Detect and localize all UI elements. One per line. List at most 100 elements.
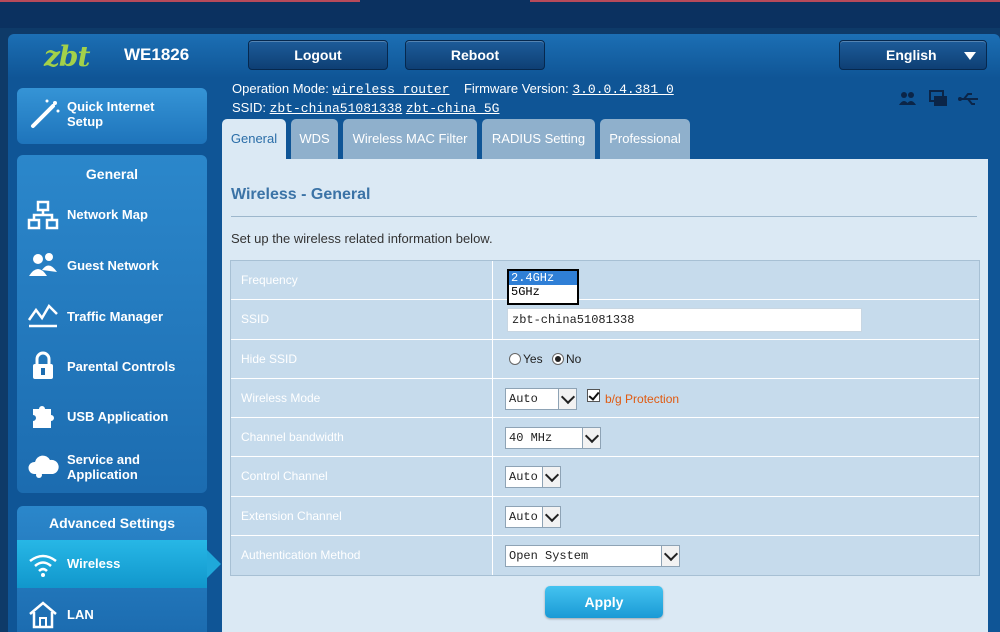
chevron-down-icon bbox=[661, 546, 679, 567]
sidebar-item-traffic-manager[interactable]: Traffic Manager bbox=[17, 292, 207, 338]
extension-channel-value: Auto bbox=[509, 509, 538, 524]
general-menu-title: General bbox=[85, 166, 139, 182]
authentication-method-value: Open System bbox=[509, 549, 589, 564]
sidebar-item-label: Network Map bbox=[67, 207, 148, 222]
hide-ssid-label: Hide SSID bbox=[231, 339, 493, 378]
sidebar-item-lan[interactable]: LAN bbox=[17, 591, 207, 632]
frequency-label: Frequency bbox=[231, 261, 493, 300]
operation-mode-link[interactable]: wireless router bbox=[332, 82, 449, 97]
top-accent-line bbox=[0, 0, 360, 2]
bg-protection-label: b/g Protection bbox=[605, 391, 680, 406]
sidebar-item-service-and-application[interactable]: Service and Application bbox=[17, 442, 207, 488]
status-icons bbox=[898, 90, 988, 108]
ssid-field-label: SSID bbox=[231, 300, 493, 339]
logout-button[interactable]: Logout bbox=[248, 40, 388, 70]
chevron-down-icon bbox=[582, 428, 600, 449]
quick-internet-setup-label: Quick Internet Setup bbox=[67, 99, 155, 129]
chevron-down-icon bbox=[964, 52, 976, 60]
advanced-settings-title: Advanced Settings bbox=[48, 515, 176, 531]
sidebar-item-guest-network[interactable]: Guest Network bbox=[17, 242, 207, 288]
control-channel-value: Auto bbox=[509, 470, 538, 485]
wireless-mode-select[interactable]: Auto bbox=[505, 387, 577, 410]
reboot-button[interactable]: Reboot bbox=[405, 40, 545, 70]
control-channel-row: Control Channel Auto bbox=[231, 457, 979, 497]
page-description: Set up the wireless related information … bbox=[231, 231, 493, 246]
extension-channel-label: Extension Channel bbox=[231, 496, 493, 536]
chevron-down-icon bbox=[558, 388, 576, 409]
title-divider bbox=[231, 216, 977, 217]
hide-ssid-no-label: No bbox=[566, 351, 582, 366]
ssid-row: SSID zbt-china51081338 bbox=[231, 300, 979, 340]
lock-icon bbox=[33, 351, 53, 379]
ssid-status-line: SSID: zbt-china51081338 zbt-china_5G bbox=[232, 100, 499, 116]
sidebar-item-label: Traffic Manager bbox=[67, 309, 164, 324]
clients-icon[interactable] bbox=[899, 92, 916, 105]
traffic-manager-icon bbox=[27, 303, 58, 328]
frequency-option-2-4ghz[interactable]: 2.4GHz bbox=[509, 271, 577, 285]
top-accent-line bbox=[530, 0, 1000, 2]
sidebar-item-label: Service and Application bbox=[67, 452, 140, 482]
tab-wds[interactable]: WDS bbox=[291, 119, 338, 159]
control-channel-label: Control Channel bbox=[231, 457, 493, 496]
ssid-input[interactable]: zbt-china51081338 bbox=[507, 308, 862, 333]
sidebar-item-wireless[interactable]: Wireless bbox=[17, 540, 221, 588]
extension-channel-select[interactable]: Auto bbox=[505, 505, 561, 528]
tab-general[interactable]: General bbox=[222, 119, 286, 159]
apply-button[interactable]: Apply bbox=[545, 586, 663, 618]
ssid-24-link[interactable]: zbt-china51081338 bbox=[270, 101, 403, 116]
tab-radius-setting[interactable]: RADIUS Setting bbox=[482, 119, 595, 159]
chevron-down-icon bbox=[542, 506, 560, 527]
settings-table: Frequency 2.4GHz 5GHz SSID zbt-china5108… bbox=[230, 260, 980, 577]
authentication-method-label: Authentication Method bbox=[231, 536, 493, 576]
guest-network-icon bbox=[29, 253, 57, 276]
operation-mode-label: Operation Mode: bbox=[232, 81, 329, 96]
puzzle-icon bbox=[33, 406, 54, 428]
wireless-general-panel: Wireless - General Set up the wireless r… bbox=[222, 159, 988, 632]
wireless-mode-label: Wireless Mode bbox=[231, 378, 493, 418]
network-map-icon bbox=[27, 200, 59, 230]
extension-channel-row: Extension Channel Auto bbox=[231, 496, 979, 537]
router-header: zbt WE1826 Logout Reboot English bbox=[8, 34, 1000, 78]
chevron-down-icon bbox=[542, 467, 560, 488]
wireless-mode-value: Auto bbox=[509, 391, 538, 406]
magic-wand-icon bbox=[31, 99, 60, 128]
quick-internet-setup-button[interactable]: Quick Internet Setup bbox=[17, 88, 207, 144]
frequency-row: Frequency 2.4GHz 5GHz bbox=[231, 261, 979, 305]
browser-top-strip bbox=[0, 0, 1000, 28]
hide-ssid-yes-radio[interactable]: Yes bbox=[509, 352, 543, 366]
sidebar-item-label: Wireless bbox=[67, 556, 121, 571]
control-channel-select[interactable]: Auto bbox=[505, 466, 561, 489]
authentication-method-select[interactable]: Open System bbox=[505, 545, 680, 568]
active-indicator-arrow bbox=[207, 550, 221, 578]
sidebar-item-usb-application[interactable]: USB Application bbox=[17, 393, 207, 439]
sidebar-item-network-map[interactable]: Network Map bbox=[17, 192, 207, 238]
frequency-option-5ghz[interactable]: 5GHz bbox=[509, 285, 577, 299]
ssid-label: SSID: bbox=[232, 100, 266, 115]
device-icon[interactable] bbox=[929, 90, 947, 106]
ssid-5-link[interactable]: zbt-china_5G bbox=[406, 101, 500, 116]
language-select[interactable]: English bbox=[839, 40, 987, 70]
home-icon bbox=[29, 601, 57, 629]
channel-bandwidth-select[interactable]: 40 MHz bbox=[505, 427, 601, 450]
tab-professional[interactable]: Professional bbox=[600, 119, 690, 159]
operation-status-line: Operation Mode: wireless router Firmware… bbox=[232, 81, 674, 97]
bg-protection-checkbox[interactable] bbox=[587, 388, 600, 402]
radio-selected-icon bbox=[552, 352, 564, 365]
page-title: Wireless - General bbox=[231, 186, 371, 203]
wireless-mode-row: Wireless Mode Auto b/g Protection bbox=[231, 378, 979, 419]
sidebar-item-label: Guest Network bbox=[67, 258, 159, 273]
channel-bandwidth-row: Channel bandwidth 40 MHz bbox=[231, 418, 979, 458]
language-value: English bbox=[886, 47, 937, 63]
sidebar-item-label: LAN bbox=[67, 607, 94, 622]
firmware-version-link[interactable]: 3.0.0.4.381_0 bbox=[572, 82, 673, 97]
firmware-label: Firmware Version: bbox=[463, 81, 569, 96]
model-name: WE1826 bbox=[124, 45, 190, 64]
tab-wireless-mac-filter[interactable]: Wireless MAC Filter bbox=[343, 119, 477, 159]
sidebar-item-label: USB Application bbox=[67, 409, 169, 424]
channel-bandwidth-label: Channel bandwidth bbox=[231, 418, 493, 457]
usb-icon[interactable] bbox=[958, 93, 978, 105]
frequency-dropdown-list[interactable]: 2.4GHz 5GHz bbox=[507, 269, 579, 305]
channel-bandwidth-value: 40 MHz bbox=[509, 431, 553, 446]
hide-ssid-no-radio[interactable]: No bbox=[552, 352, 581, 366]
sidebar-item-parental-controls[interactable]: Parental Controls bbox=[17, 343, 207, 389]
